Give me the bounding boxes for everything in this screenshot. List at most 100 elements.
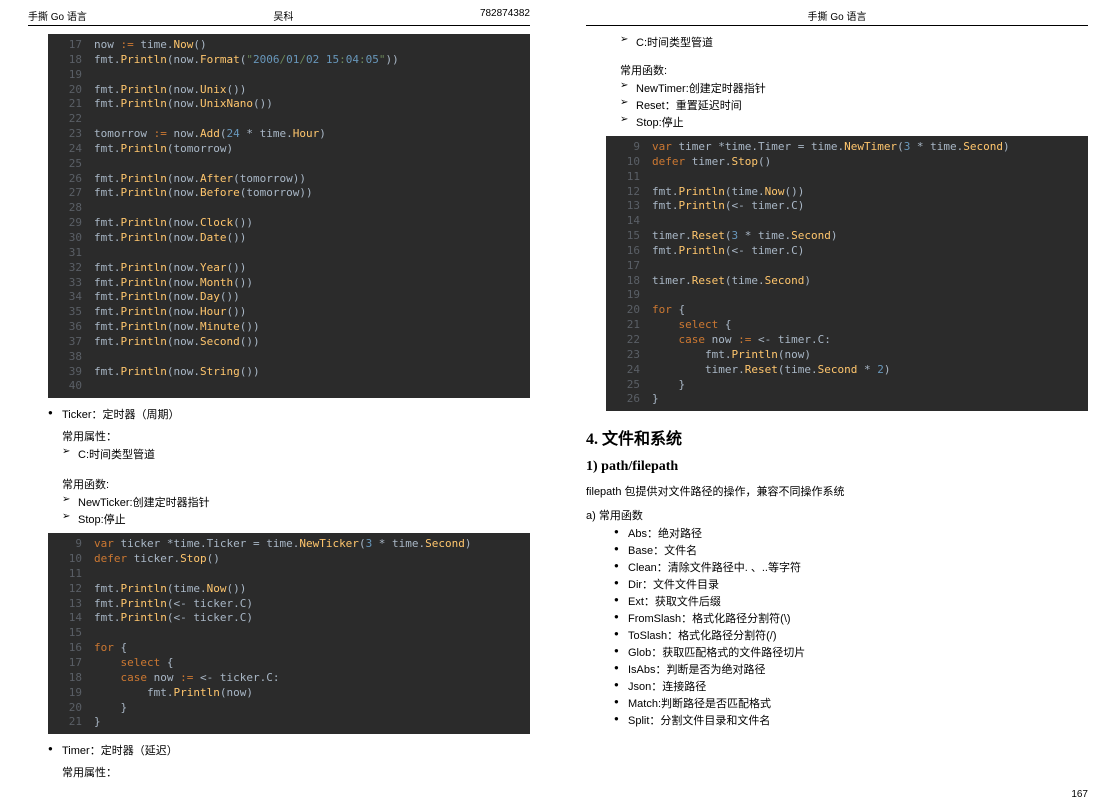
ticker-attr-list: C:时间类型管道 (62, 446, 530, 462)
list-item: Stop:停止 (620, 114, 1088, 130)
code-line: 34fmt.Println(now.Day()) (48, 290, 530, 305)
list-item: Dir：文件文件目录 (614, 576, 1088, 592)
code-line: 23tomorrow := now.Add(24 * time.Hour) (48, 127, 530, 142)
list-item: NewTimer:创建定时器指针 (620, 80, 1088, 96)
code-line: 10defer timer.Stop() (606, 155, 1088, 170)
code-line: 16for { (48, 641, 530, 656)
list-item: Clean：清除文件路径中. 、..等字符 (614, 559, 1088, 575)
code-line: 17now := time.Now() (48, 38, 530, 53)
list-item: Match:判断路径是否匹配格式 (614, 695, 1088, 711)
code-line: 10defer ticker.Stop() (48, 552, 530, 567)
header-title: 手撕 Go 语言 (28, 8, 87, 23)
page-number: 167 (1071, 789, 1088, 800)
code-line: 12fmt.Println(time.Now()) (48, 582, 530, 597)
code-line: 29fmt.Println(now.Clock()) (48, 216, 530, 231)
code-line: 40 (48, 379, 530, 394)
list-item: Split：分割文件目录和文件名 (614, 712, 1088, 728)
timer-attr-label: 常用属性： (62, 764, 530, 780)
code-line: 24fmt.Println(tomorrow) (48, 142, 530, 157)
code-line: 17 select { (48, 656, 530, 671)
code-line: 26fmt.Println(now.After(tomorrow)) (48, 172, 530, 187)
code-line: 16fmt.Println(<- timer.C) (606, 244, 1088, 259)
code-line: 39fmt.Println(now.String()) (48, 365, 530, 380)
code-line: 20 } (48, 701, 530, 716)
code-line: 13fmt.Println(<- ticker.C) (48, 597, 530, 612)
list-item: C:时间类型管道 (62, 446, 530, 462)
list-item: Base：文件名 (614, 542, 1088, 558)
ticker-title: Ticker：定时器（周期） (48, 406, 530, 422)
code-line: 22 (48, 112, 530, 127)
subsection-1-heading: 1) path/filepath (586, 459, 1088, 475)
code-block-timer: 9var timer *time.Timer = time.NewTimer(3… (606, 136, 1088, 411)
timer-fn-list: NewTimer:创建定时器指针Reset：重置延迟时间Stop:停止 (620, 80, 1088, 130)
ticker-section: Ticker：定时器（周期） (48, 406, 530, 422)
code-line: 9var timer *time.Timer = time.NewTimer(3… (606, 140, 1088, 155)
list-item: Reset：重置延迟时间 (620, 97, 1088, 113)
list-item: C:时间类型管道 (620, 34, 1088, 50)
page-right: 手撕 Go 语言 C:时间类型管道 常用函数: NewTimer:创建定时器指针… (558, 0, 1116, 804)
ticker-fn-label: 常用函数: (62, 476, 530, 492)
code-line: 19 (48, 68, 530, 83)
code-line: 12fmt.Println(time.Now()) (606, 185, 1088, 200)
code-line: 30fmt.Println(now.Date()) (48, 231, 530, 246)
code-line: 9var ticker *time.Ticker = time.NewTicke… (48, 537, 530, 552)
ticker-attr-label: 常用属性： (62, 428, 530, 444)
list-item: Stop:停止 (62, 511, 530, 527)
code-line: 20for { (606, 303, 1088, 318)
code-line: 11 (606, 170, 1088, 185)
code-line: 14 (606, 214, 1088, 229)
code-line: 19 (606, 288, 1088, 303)
code-line: 21fmt.Println(now.UnixNano()) (48, 97, 530, 112)
code-line: 26} (606, 392, 1088, 407)
list-item: Glob：获取匹配格式的文件路径切片 (614, 644, 1088, 660)
code-line: 17 (606, 259, 1088, 274)
timer-section: Timer：定时器（延迟） (48, 742, 530, 758)
ticker-fn-list: NewTicker:创建定时器指针Stop:停止 (62, 494, 530, 527)
code-line: 14fmt.Println(<- ticker.C) (48, 611, 530, 626)
code-line: 21 select { (606, 318, 1088, 333)
filepath-fn-list: Abs：绝对路径Base：文件名Clean：清除文件路径中. 、..等字符Dir… (614, 525, 1088, 728)
code-line: 24 timer.Reset(time.Second * 2) (606, 363, 1088, 378)
code-line: 28 (48, 201, 530, 216)
code-line: 18fmt.Println(now.Format("2006/01/02 15:… (48, 53, 530, 68)
list-item: IsAbs：判断是否为绝对路径 (614, 661, 1088, 677)
a-label: a) 常用函数 (586, 507, 1088, 523)
code-line: 31 (48, 246, 530, 261)
code-line: 20fmt.Println(now.Unix()) (48, 83, 530, 98)
header-id: 782874382 (480, 8, 530, 23)
section-4-heading: 4. 文件和系统 (586, 425, 1088, 449)
list-item: Abs：绝对路径 (614, 525, 1088, 541)
list-item: ToSlash：格式化路径分割符(/) (614, 627, 1088, 643)
page-left: 手撕 Go 语言 吴科 782874382 17now := time.Now(… (0, 0, 558, 804)
code-line: 15timer.Reset(3 * time.Second) (606, 229, 1088, 244)
list-item: Ext：获取文件后缀 (614, 593, 1088, 609)
code-line: 15 (48, 626, 530, 641)
code-line: 18 case now := <- ticker.C: (48, 671, 530, 686)
list-item: NewTicker:创建定时器指针 (62, 494, 530, 510)
list-item: FromSlash：格式化路径分割符(\) (614, 610, 1088, 626)
code-block-ticker: 9var ticker *time.Ticker = time.NewTicke… (48, 533, 530, 734)
code-line: 36fmt.Println(now.Minute()) (48, 320, 530, 335)
page-header-left: 手撕 Go 语言 吴科 782874382 (28, 8, 530, 26)
page-header-right: 手撕 Go 语言 (586, 8, 1088, 26)
header-author: 吴科 (87, 8, 480, 23)
timer-fn-label: 常用函数: (620, 62, 1088, 78)
code-line: 21} (48, 715, 530, 730)
code-block-time: 17now := time.Now()18fmt.Println(now.For… (48, 34, 530, 398)
code-line: 33fmt.Println(now.Month()) (48, 276, 530, 291)
code-line: 35fmt.Println(now.Hour()) (48, 305, 530, 320)
code-line: 13fmt.Println(<- timer.C) (606, 199, 1088, 214)
timer-title: Timer：定时器（延迟） (48, 742, 530, 758)
code-line: 18timer.Reset(time.Second) (606, 274, 1088, 289)
header-title-right: 手撕 Go 语言 (586, 8, 1088, 23)
list-item: Json：连接路径 (614, 678, 1088, 694)
code-line: 27fmt.Println(now.Before(tomorrow)) (48, 186, 530, 201)
code-line: 11 (48, 567, 530, 582)
code-line: 19 fmt.Println(now) (48, 686, 530, 701)
filepath-desc: filepath 包提供对文件路径的操作，兼容不同操作系统 (586, 483, 1088, 499)
code-line: 22 case now := <- timer.C: (606, 333, 1088, 348)
timer-attr-list: C:时间类型管道 (620, 34, 1088, 50)
code-line: 25 } (606, 378, 1088, 393)
code-line: 32fmt.Println(now.Year()) (48, 261, 530, 276)
code-line: 38 (48, 350, 530, 365)
